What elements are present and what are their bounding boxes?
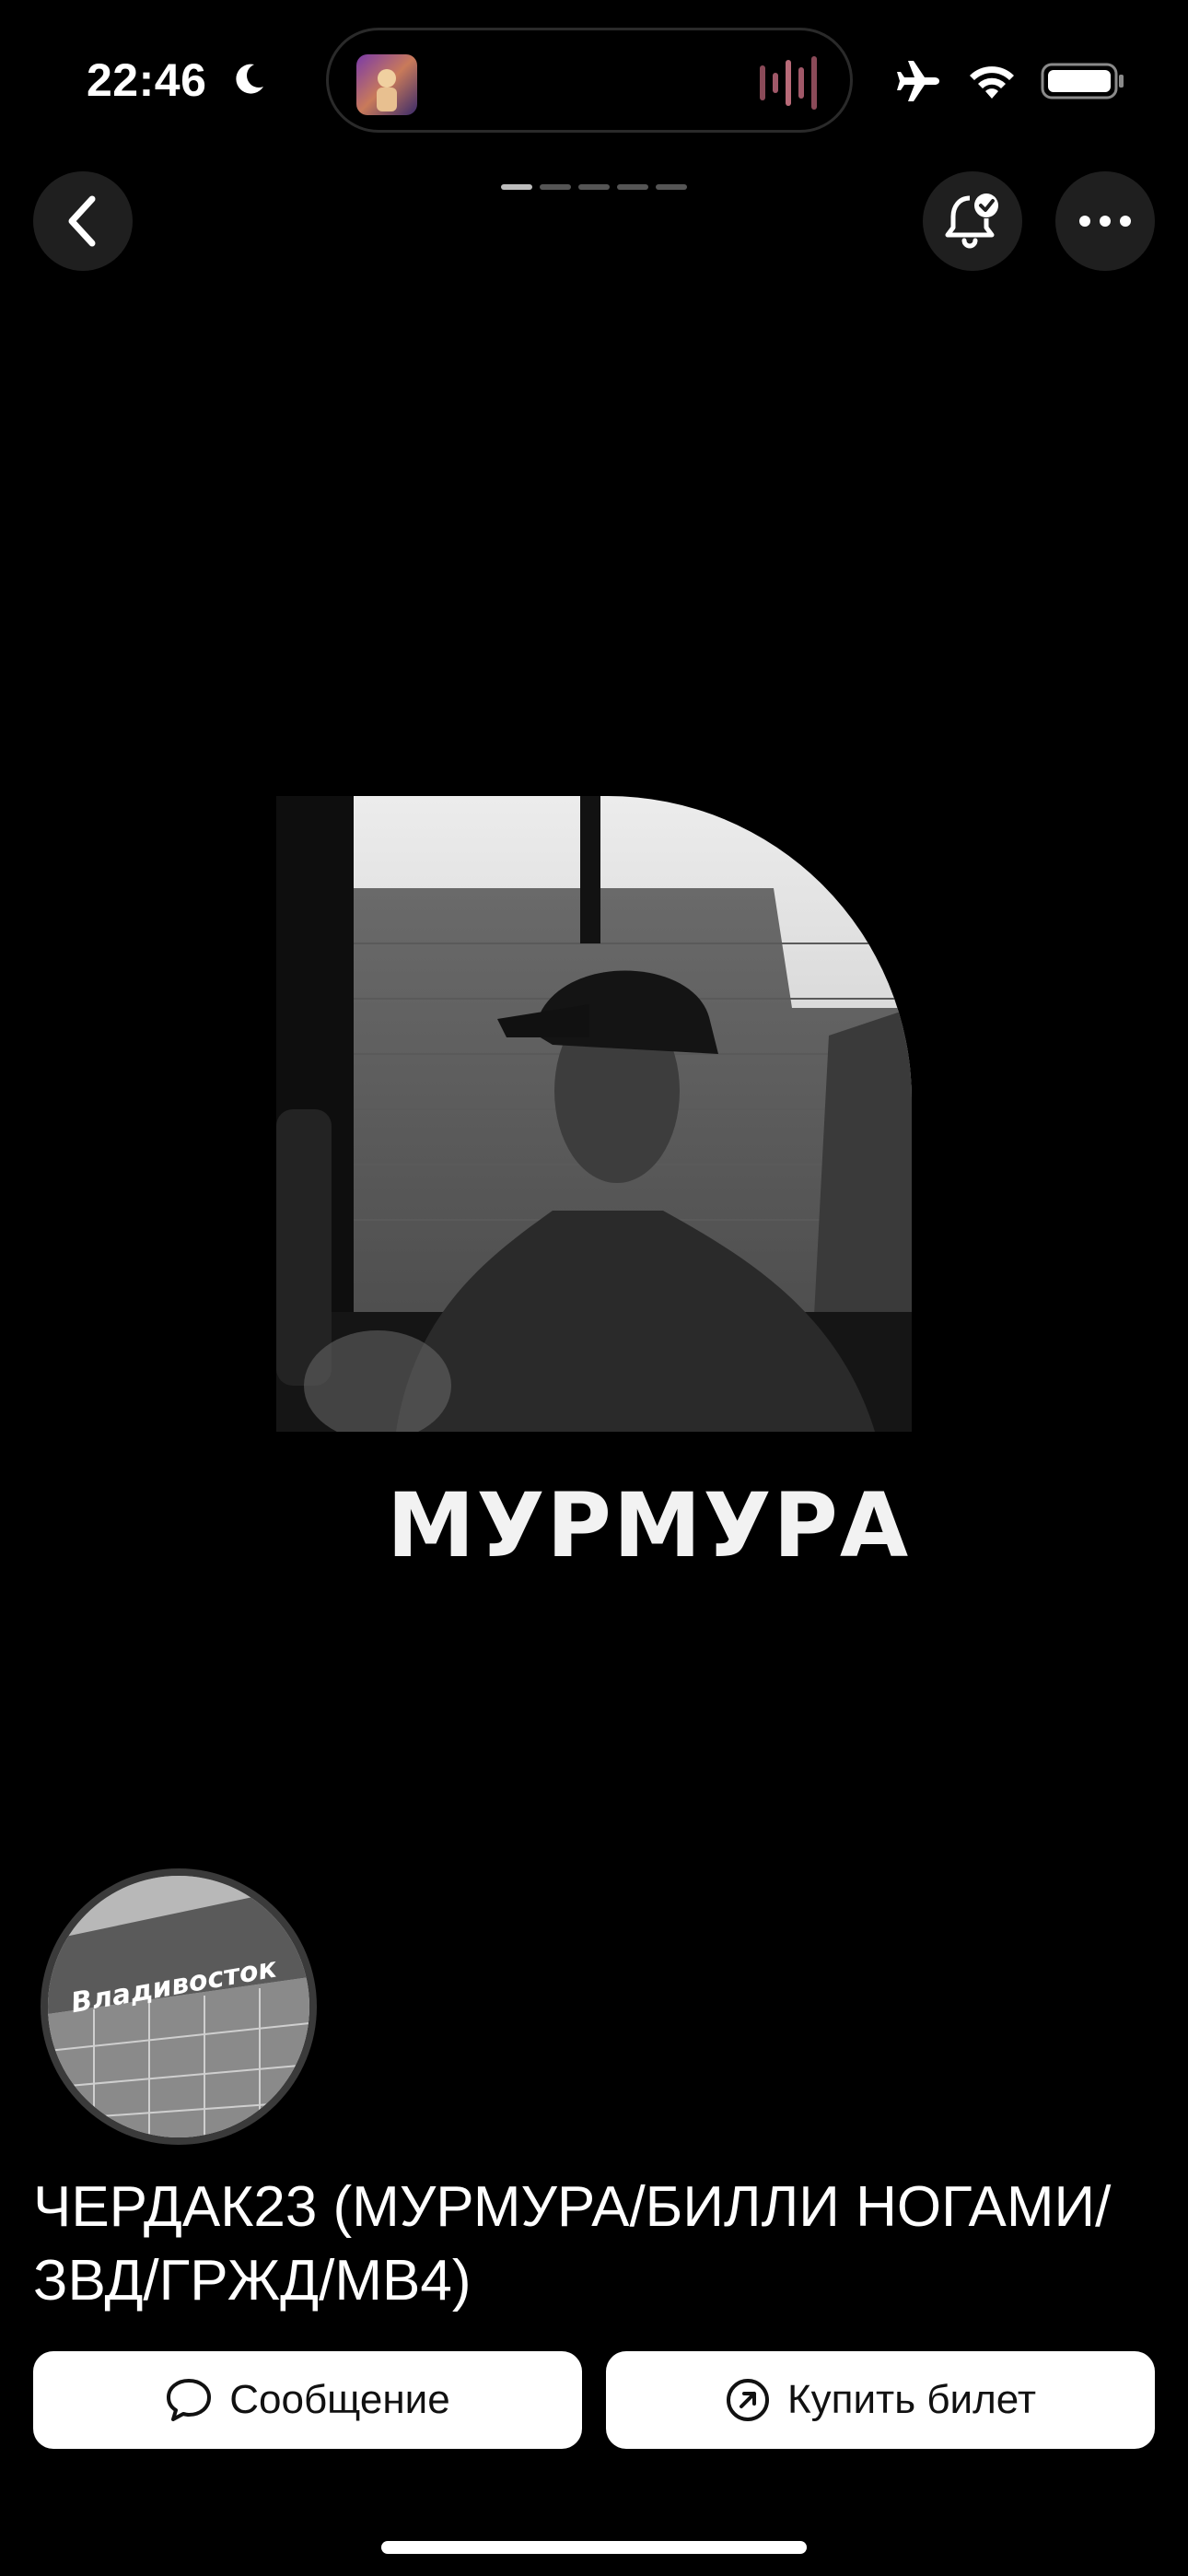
- wifi-icon: [970, 66, 1014, 99]
- more-button[interactable]: [1055, 171, 1155, 271]
- pager-dot: [617, 184, 648, 190]
- chat-bubble-icon: [167, 2379, 212, 2421]
- notifications-button[interactable]: [923, 171, 1022, 271]
- story-pager: [501, 184, 687, 190]
- channel-title: ЧЕРДАК23 (МУРМУРА/БИЛЛИ НОГАМИ/ЗВД/ГРЖД/…: [33, 2175, 1112, 2313]
- buy-ticket-button[interactable]: Купить билет: [606, 2351, 1155, 2449]
- pager-dot: [578, 184, 610, 190]
- buy-ticket-button-label: Купить билет: [787, 2377, 1036, 2422]
- avatar[interactable]: Владивосток: [41, 1868, 317, 2145]
- chevron-left-icon: [68, 195, 96, 247]
- status-time: 22:46: [87, 54, 207, 106]
- ellipsis-icon: [1079, 216, 1131, 227]
- pager-dot: [656, 184, 687, 190]
- moon-icon: [236, 64, 263, 94]
- message-button[interactable]: Сообщение: [33, 2351, 582, 2449]
- now-playing-artwork[interactable]: [356, 54, 417, 115]
- cover-photo: [276, 796, 912, 1432]
- cover-title: МУРМУРА: [387, 1474, 911, 1577]
- dynamic-island[interactable]: [326, 28, 853, 133]
- bell-check-icon: [945, 193, 998, 249]
- message-button-label: Сообщение: [229, 2377, 450, 2422]
- pager-dot: [540, 184, 571, 190]
- back-button[interactable]: [33, 171, 133, 271]
- pager-dot: [501, 184, 532, 190]
- arrow-up-right-circle-icon: [727, 2379, 770, 2421]
- home-indicator[interactable]: [381, 2541, 807, 2554]
- audio-wave-icon: [760, 56, 817, 110]
- battery-icon: [1041, 63, 1124, 100]
- airplane-icon: [897, 61, 939, 101]
